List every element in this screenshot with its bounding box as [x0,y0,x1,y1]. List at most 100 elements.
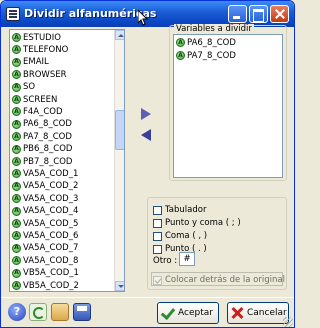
mouse-cursor-icon [138,10,148,26]
app-icon [6,7,20,21]
alphanumeric-variable-icon: A [176,51,185,60]
target-group: Variables a dividir A PA6_8_COD A PA7_8_COD [169,24,287,181]
alphanumeric-variable-icon: A [12,144,21,154]
checkmark-icon [161,307,174,319]
variable-list[interactable]: A VB5A_COD_2 A VB5A_COD_1 A VA5A_COD_8 A VA5A_C… [9,29,125,292]
variable-name: ESTUDIO [23,32,61,43]
variable-name: TELEFONO [23,44,69,55]
variable-list-item[interactable]: A VA5A_COD_1 [12,168,78,179]
variable-name: EMAIL [23,57,49,68]
variable-list-item[interactable]: A BROWSER [12,69,67,80]
variable-name: VA5A_COD_8 [23,255,79,266]
variable-list-item[interactable]: A PA7_8_COD [12,131,72,142]
alphanumeric-variable-icon: A [12,107,21,117]
variable-name: VA5A_COD_5 [23,218,79,229]
resize-grip-icon[interactable] [283,317,293,327]
alphanumeric-variable-icon: A [12,281,21,290]
variable-name: SCREEN [23,94,58,105]
tab-checkbox[interactable] [153,205,162,215]
scroll-down-button[interactable] [115,281,124,291]
cancel-button[interactable]: Cancelar [227,302,289,324]
target-variable-item[interactable]: A PA6_8_COD [176,37,236,48]
open-folder-icon[interactable] [51,303,69,321]
variable-list-item[interactable]: A VB5A_COD_1 [12,268,79,279]
target-variable-list[interactable]: A PA6_8_COD A PA7_8_COD [173,34,283,178]
add-variable-arrow-icon[interactable] [139,107,153,121]
alphanumeric-variable-icon: A [12,181,21,191]
variable-list-item[interactable]: A VA5A_COD_3 [12,193,78,204]
variable-list-item[interactable]: A VA5A_COD_2 [12,181,78,192]
variable-name: VA5A_COD_2 [23,181,79,192]
place-after-checkbox[interactable] [153,275,162,285]
alphanumeric-variable-icon: A [12,268,21,278]
alphanumeric-variable-icon: A [12,231,21,241]
variable-name: PB7_8_COD [23,156,73,167]
refresh-icon[interactable] [29,303,47,321]
variable-list-item[interactable]: A VB5A_COD_2 [12,280,79,291]
variable-name: PB6_8_COD [23,144,73,155]
alphanumeric-variable-icon: A [12,33,21,42]
maximize-button[interactable] [249,5,268,23]
variable-name: VA5A_COD_4 [23,206,79,217]
variable-list-item[interactable]: A VA5A_COD_7 [12,243,78,254]
other-separator-input[interactable]: # [179,252,195,266]
comma-option[interactable]: Coma ( , ) [153,231,207,241]
variable-list-item[interactable]: A VA5A_COD_4 [12,206,78,217]
scroll-thumb[interactable] [115,110,124,150]
help-icon[interactable]: ? [8,303,26,321]
alphanumeric-variable-icon: A [12,169,21,179]
variable-list-item[interactable]: A TELEFONO [12,44,68,55]
variable-list-item[interactable]: A ESTUDIO [12,32,61,43]
variable-name: VA5A_COD_7 [23,243,79,254]
target-variable-item[interactable]: A PA7_8_COD [176,50,236,61]
cross-icon [231,307,243,319]
remove-variable-arrow-icon[interactable] [139,128,153,142]
tab-option-label: Tabulador [165,205,207,215]
variable-list-item[interactable]: A EMAIL [12,57,49,68]
semicolon-option[interactable]: Punto y coma ( ; ) [153,218,241,228]
comma-checkbox[interactable] [153,231,162,241]
comma-option-label: Coma ( , ) [165,231,208,241]
variable-name: PA7_8_COD [23,131,72,142]
alphanumeric-variable-icon: A [12,243,21,253]
place-after-label: Colocar detrás de la original [165,275,285,285]
variable-name: BROWSER [23,69,67,80]
variable-list-item[interactable]: A PB7_8_COD [12,156,72,167]
other-separator-label: Otro : [153,256,178,266]
variable-list-item[interactable]: A VA5A_COD_6 [12,230,78,241]
alphanumeric-variable-icon: A [12,256,21,266]
alphanumeric-variable-icon: A [12,206,21,216]
target-variable-name: PA7_8_COD [187,50,236,61]
minimize-button[interactable] [228,5,247,23]
alphanumeric-variable-icon: A [176,38,185,47]
alphanumeric-variable-icon: A [12,119,21,129]
variable-list-item[interactable]: A F4A_COD [12,106,63,117]
alphanumeric-variable-icon: A [12,95,21,104]
dialog-window: Dividir alfanuméricas A VB5A_COD_2 A VB5A_C… [0,0,295,328]
variable-list-item[interactable]: A VA5A_COD_8 [12,255,78,266]
accept-button-label: Aceptar [178,308,213,318]
cancel-button-label: Cancelar [247,308,287,318]
alphanumeric-variable-icon: A [12,82,21,92]
variable-name: VA5A_COD_3 [23,193,79,204]
list-scrollbar[interactable] [114,30,124,291]
close-button[interactable] [270,5,289,23]
variable-name: VB5A_COD_1 [23,268,79,279]
semicolon-checkbox[interactable] [153,218,162,228]
scroll-up-button[interactable] [115,30,124,40]
variable-list-item[interactable]: A SO [12,82,35,93]
variable-list-item[interactable]: A PB6_8_COD [12,144,72,155]
period-checkbox[interactable] [153,244,162,254]
alphanumeric-variable-icon: A [12,70,21,80]
place-after-option[interactable]: Colocar detrás de la original [153,275,285,285]
tab-option[interactable]: Tabulador [153,205,206,215]
variable-list-item[interactable]: A VA5A_COD_5 [12,218,78,229]
variable-name: VA5A_COD_6 [23,230,79,241]
alphanumeric-variable-icon: A [12,45,21,55]
alphanumeric-variable-icon: A [12,194,21,204]
alphanumeric-variable-icon: A [12,219,21,228]
variable-list-item[interactable]: A PA6_8_COD [12,119,72,130]
save-icon[interactable] [73,303,91,321]
variable-list-item[interactable]: A SCREEN [12,94,57,105]
accept-button[interactable]: Aceptar [157,302,219,324]
